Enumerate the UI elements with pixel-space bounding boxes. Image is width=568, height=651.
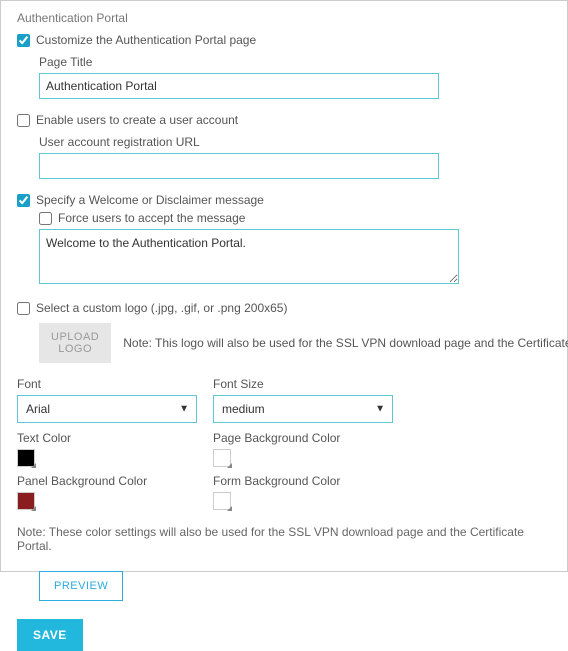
font-size-label: Font Size [213,377,393,391]
welcome-checkbox[interactable] [17,194,30,207]
text-color-swatch[interactable] [17,449,35,467]
upload-row: UPLOAD LOGO Note: This logo will also be… [39,323,551,363]
font-row: Font Arial ▼ Font Size medium ▼ [17,377,551,423]
form-bg-swatch[interactable] [213,492,231,510]
page-bg-swatch[interactable] [213,449,231,467]
upload-note: Note: This logo will also be used for th… [123,336,568,350]
form-bg-label: Form Background Color [213,474,393,488]
user-url-input[interactable] [39,153,439,179]
font-label: Font [17,377,197,391]
authentication-portal-panel: Authentication Portal Customize the Auth… [0,0,568,572]
panel-bg-col: Panel Background Color [17,474,197,513]
welcome-label: Specify a Welcome or Disclaimer message [36,193,264,207]
customize-row: Customize the Authentication Portal page [17,33,551,47]
text-color-col: Text Color [17,431,197,470]
font-size-select-wrap: medium ▼ [213,395,393,423]
color-note: Note: These color settings will also be … [17,525,551,553]
page-title-input[interactable] [39,73,439,99]
text-color-label: Text Color [17,431,197,445]
page-title-label: Page Title [39,55,551,69]
save-button[interactable]: SAVE [17,619,83,651]
color-row-2: Panel Background Color Form Background C… [17,474,551,513]
force-label: Force users to accept the message [58,211,245,225]
enable-users-checkbox[interactable] [17,114,30,127]
font-select-wrap: Arial ▼ [17,395,197,423]
panel-bg-label: Panel Background Color [17,474,197,488]
logo-label: Select a custom logo (.jpg, .gif, or .pn… [36,301,287,315]
font-select[interactable]: Arial [17,395,197,423]
logo-row: Select a custom logo (.jpg, .gif, or .pn… [17,301,551,315]
preview-button[interactable]: PREVIEW [39,571,123,601]
form-bg-col: Form Background Color [213,474,393,513]
welcome-row: Specify a Welcome or Disclaimer message [17,193,551,207]
enable-users-label: Enable users to create a user account [36,113,238,127]
customize-checkbox[interactable] [17,34,30,47]
force-row: Force users to accept the message [39,211,551,225]
panel-bg-swatch[interactable] [17,492,35,510]
force-checkbox[interactable] [39,212,52,225]
page-bg-col: Page Background Color [213,431,393,470]
font-col: Font Arial ▼ [17,377,197,423]
enable-users-row: Enable users to create a user account [17,113,551,127]
panel-title: Authentication Portal [17,11,551,25]
upload-logo-button[interactable]: UPLOAD LOGO [39,323,111,363]
font-size-select[interactable]: medium [213,395,393,423]
font-size-col: Font Size medium ▼ [213,377,393,423]
logo-checkbox[interactable] [17,302,30,315]
color-row-1: Text Color Page Background Color [17,431,551,470]
customize-label: Customize the Authentication Portal page [36,33,256,47]
page-bg-label: Page Background Color [213,431,393,445]
user-url-label: User account registration URL [39,135,551,149]
welcome-message-textarea[interactable] [39,229,459,284]
